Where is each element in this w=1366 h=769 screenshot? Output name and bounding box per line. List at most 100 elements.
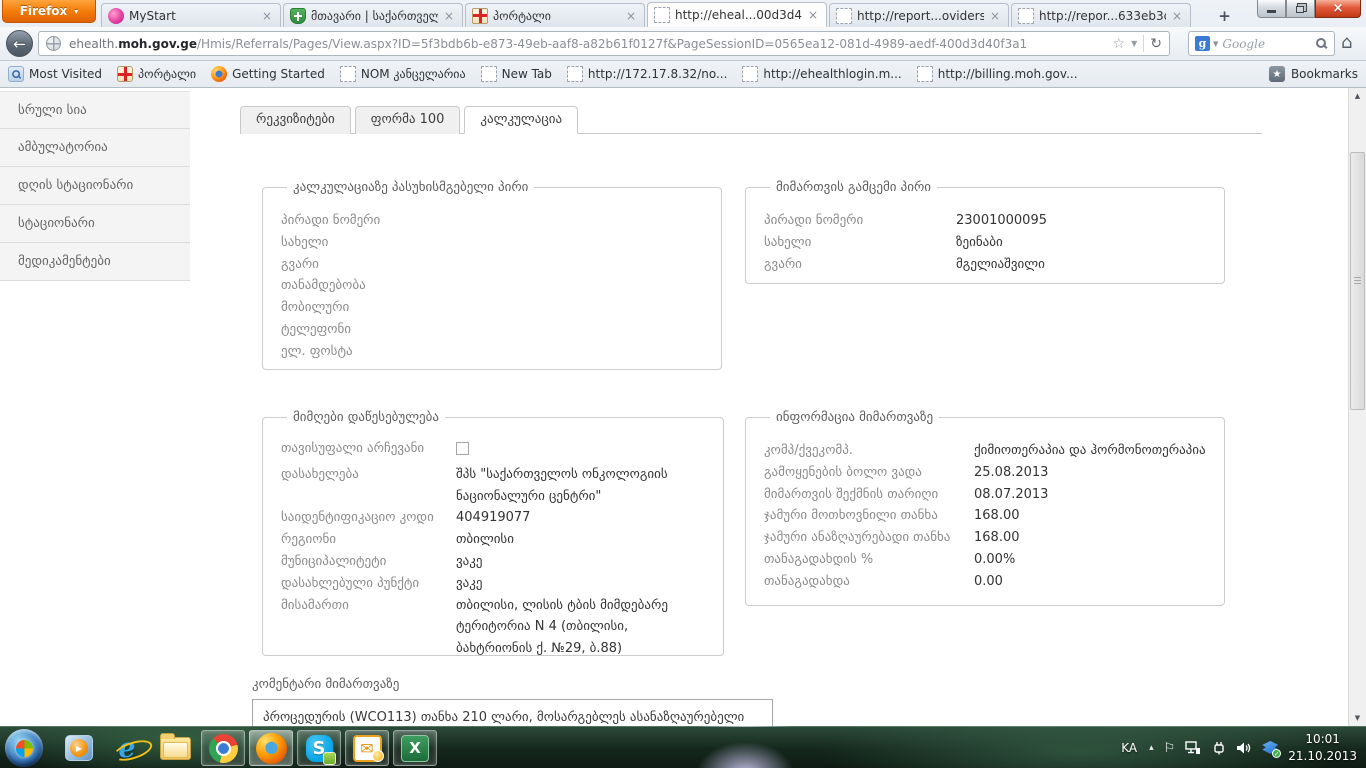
urlbar-icons: ☆ ▼ ↻	[1113, 35, 1162, 52]
firefox-menu-label: Firefox	[20, 4, 68, 18]
google-icon[interactable]: g	[1195, 36, 1210, 51]
search-engine-dropdown-icon[interactable]: ▼	[1213, 40, 1218, 48]
url-bar[interactable]: ehealth.moh.gov.ge/Hmis/Referrals/Pages/…	[38, 31, 1170, 56]
back-button[interactable]: ←	[6, 30, 33, 57]
search-input[interactable]: g ▼ Google	[1188, 31, 1335, 56]
language-indicator[interactable]: KA	[1121, 741, 1139, 755]
system-tray: KA ▴ ⚐ ✓ 10:01 21.10.2013	[1121, 727, 1363, 769]
sidebar-item-medicines[interactable]: მედიკამენტები	[0, 243, 190, 281]
tab-close-icon[interactable]: ×	[1170, 9, 1184, 23]
field-label: მისამართი	[281, 595, 456, 660]
chevron-down-icon: ▾	[74, 7, 78, 16]
minimize-button[interactable]	[1257, 0, 1286, 18]
tab-label: პორტალი	[493, 9, 620, 23]
tab-close-icon[interactable]: ×	[806, 8, 820, 22]
firefox-menu-button[interactable]: Firefox ▾	[2, 0, 96, 23]
field-value: მგელიაშვილი	[956, 254, 1045, 276]
scrollbar-thumb[interactable]	[1350, 152, 1365, 410]
tab-portal[interactable]: პორტალი ×	[465, 3, 645, 27]
most-visited-icon	[8, 66, 24, 82]
tab-close-icon[interactable]: ×	[260, 9, 274, 23]
taskbar-clock[interactable]: 10:01 21.10.2013	[1288, 731, 1357, 765]
taskbar-outlook-button[interactable]: ✉	[345, 730, 389, 766]
network-icon[interactable]	[1185, 741, 1201, 755]
home-button[interactable]: ⌂	[1341, 32, 1352, 53]
chrome-icon	[209, 734, 238, 763]
taskbar-ie-button[interactable]: e	[105, 730, 149, 766]
receiving-institution-fieldset: მიმღები დაწესებულება თავისუფალი არჩევანი…	[262, 410, 724, 656]
site-identity-globe-icon[interactable]	[46, 36, 61, 51]
taskbar-chrome-button[interactable]	[201, 730, 245, 766]
field-value: ქიმიოთერაპია და ჰორმონოთერაპია	[974, 440, 1206, 462]
placeholder-favicon	[1018, 8, 1034, 24]
wmp-icon: ▶	[65, 735, 93, 761]
tab-report2[interactable]: http://repor...633eb3d0c84 ×	[1011, 3, 1191, 27]
field-value: 168.00	[974, 505, 1020, 527]
taskbar-excel-button[interactable]: X	[393, 730, 437, 766]
bookmark-label: New Tab	[502, 67, 552, 81]
bookmark-most-visited[interactable]: Most Visited	[8, 66, 102, 82]
tab-ehealth-active[interactable]: http://eheal...00d3d40f3a1 ×	[647, 2, 827, 27]
new-tab-button[interactable]: +	[1211, 6, 1238, 25]
restore-button[interactable]	[1286, 0, 1315, 18]
comment-textarea[interactable]: პროცედურის (WCO113) თანხა 210 ლარი, მოსა…	[252, 699, 773, 726]
tab-close-icon[interactable]: ×	[988, 9, 1002, 23]
field-label: გვარი	[764, 254, 956, 276]
bookmarks-menu-button[interactable]: ★ Bookmarks	[1269, 66, 1358, 82]
reload-icon[interactable]: ↻	[1150, 36, 1162, 52]
referral-info-fieldset: ინფორმაცია მიმართვაზე კომპ/ქვეკომპ.ქიმიო…	[745, 410, 1225, 606]
bookmark-label: NOM კანცელარია	[361, 67, 466, 81]
tab-mystart[interactable]: MyStart ×	[101, 3, 281, 27]
navigation-toolbar: ← ehealth.moh.gov.ge/Hmis/Referrals/Page…	[0, 27, 1366, 61]
sidebar-item-hospital[interactable]: სტაციონარი	[0, 205, 190, 243]
tab-mtavari[interactable]: მთავარი | საქართველო... ×	[283, 3, 463, 27]
field-label: სახელი	[764, 232, 956, 254]
sidebar-item-ambulatory[interactable]: ამბულატორია	[0, 129, 190, 167]
bookmark-ehealthlogin[interactable]: http://ehealthlogin.m...	[742, 66, 901, 82]
bookmark-getting-started[interactable]: Getting Started	[211, 66, 325, 82]
free-choice-checkbox[interactable]	[456, 442, 469, 455]
field-value: 0.00	[974, 571, 1003, 593]
field-value: 168.00	[974, 527, 1020, 549]
bookmark-billing[interactable]: http://billing.moh.gov...	[917, 66, 1078, 82]
bookmarks-toolbar: Most Visited პორტალი Getting Started NOM…	[0, 61, 1366, 88]
taskbar-wmp-button[interactable]: ▶	[57, 730, 101, 766]
bookmark-star-icon[interactable]: ☆	[1113, 36, 1126, 52]
shield-favicon	[290, 8, 306, 24]
vertical-scrollbar[interactable]: ▲ ▼	[1348, 88, 1366, 726]
close-window-button[interactable]: ×	[1315, 0, 1361, 18]
bookmarks-star-icon: ★	[1269, 66, 1285, 82]
search-icon[interactable]	[1315, 37, 1328, 50]
skype-icon: S	[306, 735, 333, 762]
tab-label: http://eheal...00d3d40f3a1	[675, 8, 802, 22]
tab-close-icon[interactable]: ×	[624, 9, 638, 23]
tab-calculation[interactable]: კალკულაცია	[464, 106, 578, 134]
taskbar-skype-button[interactable]: S	[297, 730, 341, 766]
tab-form-100[interactable]: ფორმა 100	[355, 106, 461, 134]
taskbar-firefox-button[interactable]	[249, 730, 293, 766]
action-center-flag-icon[interactable]: ⚐	[1164, 741, 1176, 756]
bookmark-label: http://ehealthlogin.m...	[763, 67, 901, 81]
bookmark-nom[interactable]: NOM კანცელარია	[340, 66, 466, 82]
power-plug-icon[interactable]	[1211, 741, 1226, 755]
tab-close-icon[interactable]: ×	[442, 9, 456, 23]
tab-report1[interactable]: http://report...oviders.aspx ×	[829, 3, 1009, 27]
firefox-icon	[211, 66, 227, 82]
bookmark-172-17[interactable]: http://172.17.8.32/no...	[567, 66, 728, 82]
dropbox-icon[interactable]: ✓	[1262, 741, 1278, 755]
bookmark-portal[interactable]: პორტალი	[117, 66, 196, 82]
scroll-down-icon[interactable]: ▼	[1349, 710, 1366, 726]
bookmark-label: http://billing.moh.gov...	[938, 67, 1078, 81]
taskbar: ▶ e S ✉ X KA ▴ ⚐	[0, 726, 1366, 768]
search-placeholder: Google	[1222, 37, 1315, 51]
sidebar-item-full-list[interactable]: სრული სია	[0, 91, 190, 129]
start-button[interactable]	[5, 729, 43, 767]
sidebar-item-day-hospital[interactable]: დღის სტაციონარი	[0, 167, 190, 205]
volume-icon[interactable]	[1236, 741, 1252, 755]
scroll-up-icon[interactable]: ▲	[1349, 88, 1366, 104]
urlbar-dropdown-icon[interactable]: ▼	[1131, 39, 1137, 48]
tray-expand-icon[interactable]: ▴	[1149, 743, 1154, 753]
tab-requisites[interactable]: რეკვიზიტები	[240, 106, 351, 134]
taskbar-explorer-button[interactable]	[153, 730, 197, 766]
bookmark-new-tab[interactable]: New Tab	[481, 66, 552, 82]
